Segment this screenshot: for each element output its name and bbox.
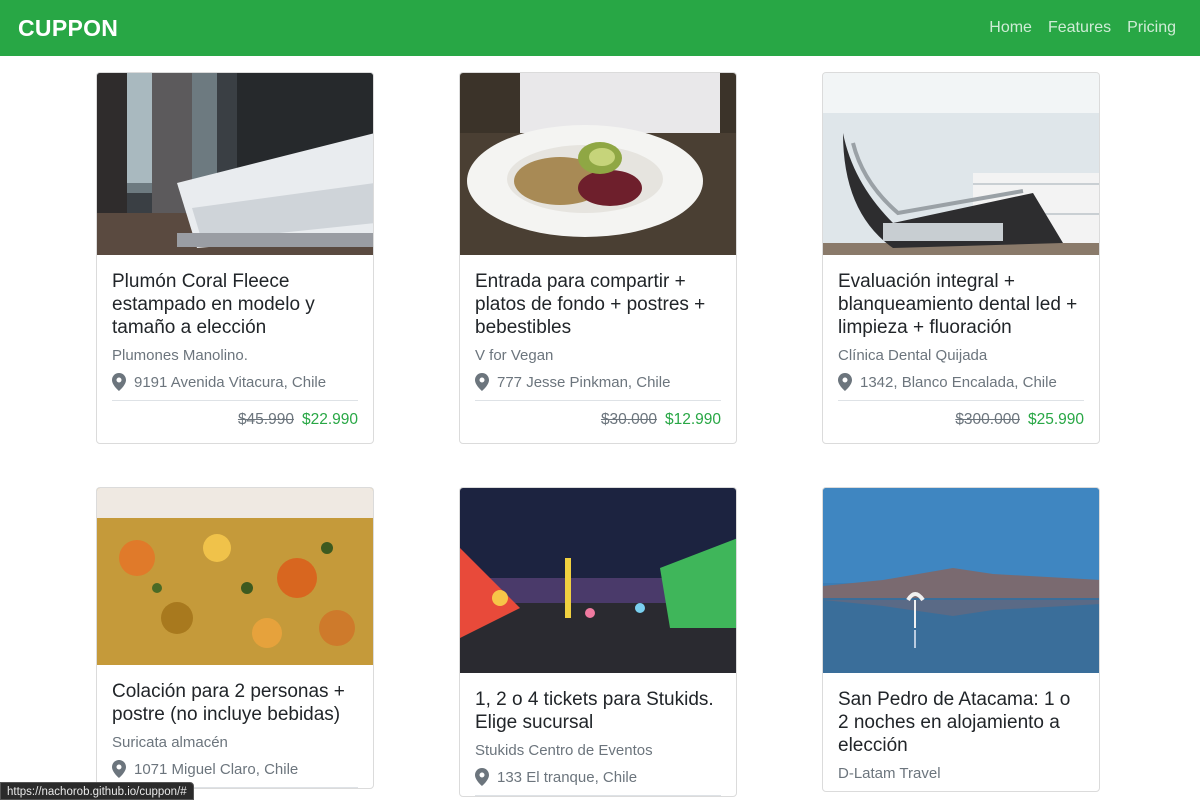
new-price: $25.990 [1027,411,1084,428]
price-row: $45.990 $22.990 [112,401,358,443]
fair-photo[interactable] [460,488,736,673]
deal-title[interactable]: 1, 2 o 4 tickets para Stukids. Elige suc… [475,688,721,734]
nav-link-pricing[interactable]: Pricing [1119,19,1184,37]
map-pin-icon [475,768,489,786]
vendor-name: Suricata almacén [112,734,228,751]
status-bar-url: https://nachorob.github.io/cuppon/# [0,782,194,800]
vendor-name: Plumones Manolino. [112,347,248,364]
vendor-name: D-Latam Travel [838,765,941,782]
address: 133 El tranque, Chile [475,768,721,796]
vendor-name: V for Vegan [475,347,554,364]
address: 9191 Avenida Vitacura, Chile [112,373,358,401]
card-body: Plumón Coral Fleece estampado en modelo … [97,255,373,443]
address-text: 777 Jesse Pinkman, Chile [497,373,671,391]
deal-card[interactable]: Evaluación integral + blanqueamiento den… [822,72,1100,444]
card-body: Evaluación integral + blanqueamiento den… [823,255,1099,443]
map-pin-icon [838,373,852,391]
deal-card[interactable]: Plumón Coral Fleece estampado en modelo … [96,72,374,444]
deal-title[interactable]: Entrada para compartir + platos de fondo… [475,270,721,339]
deal-card[interactable]: Entrada para compartir + platos de fondo… [459,72,737,444]
deal-title[interactable]: Colación para 2 personas + postre (no in… [112,680,358,726]
nav-link-home[interactable]: Home [981,19,1040,37]
address-text: 133 El tranque, Chile [497,768,638,786]
vendor-name: Clínica Dental Quijada [838,347,988,364]
price-row: $30.000 $12.990 [475,401,721,443]
deal-title[interactable]: San Pedro de Atacama: 1 o 2 noches en al… [838,688,1084,757]
address-text: 1071 Miguel Claro, Chile [134,760,299,778]
bed-photo[interactable] [97,73,373,255]
old-price: $300.000 [955,411,1020,428]
new-price: $22.990 [301,411,358,428]
address-text: 9191 Avenida Vitacura, Chile [134,373,327,391]
new-price: $12.990 [664,411,721,428]
card-body: Colación para 2 personas + postre (no in… [97,665,373,788]
dental-chair-photo[interactable] [823,73,1099,255]
vendor-name: Stukids Centro de Eventos [475,742,653,759]
deal-card[interactable]: Colación para 2 personas + postre (no in… [96,487,374,789]
nav-link-features[interactable]: Features [1040,19,1119,37]
deal-title[interactable]: Evaluación integral + blanqueamiento den… [838,270,1084,339]
stew-photo[interactable] [97,488,373,665]
old-price: $30.000 [600,411,657,428]
card-body: Entrada para compartir + platos de fondo… [460,255,736,443]
salad-photo[interactable] [460,73,736,255]
address-text: 1342, Blanco Encalada, Chile [860,373,1057,391]
address: 1342, Blanco Encalada, Chile [838,373,1084,401]
deal-card[interactable]: San Pedro de Atacama: 1 o 2 noches en al… [822,487,1100,792]
flamingo-lake-photo[interactable] [823,488,1099,673]
card-body: 1, 2 o 4 tickets para Stukids. Elige suc… [460,673,736,796]
address: 777 Jesse Pinkman, Chile [475,373,721,401]
card-body: San Pedro de Atacama: 1 o 2 noches en al… [823,673,1099,782]
map-pin-icon [112,373,126,391]
price-row: $300.000 $25.990 [838,401,1084,443]
deal-card[interactable]: 1, 2 o 4 tickets para Stukids. Elige suc… [459,487,737,797]
map-pin-icon [475,373,489,391]
nav-links: Home Features Pricing [981,19,1184,37]
old-price: $45.990 [237,411,294,428]
deal-title[interactable]: Plumón Coral Fleece estampado en modelo … [112,270,358,339]
map-pin-icon [112,760,126,778]
brand-logo[interactable]: CUPPON [18,15,118,42]
top-navbar: CUPPON Home Features Pricing [0,0,1200,56]
